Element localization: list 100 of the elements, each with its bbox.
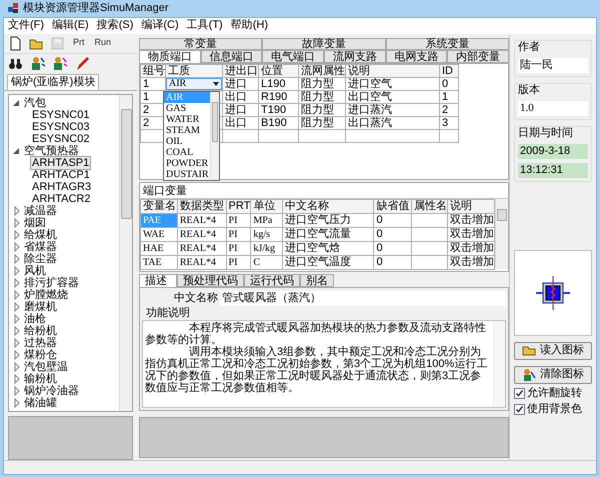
new-file-icon[interactable]: [8, 36, 23, 50]
table-cell[interactable]: PI: [226, 227, 251, 241]
tab[interactable]: 内部变量: [447, 50, 510, 62]
tab[interactable]: 电气端口: [262, 50, 324, 62]
scrollbar[interactable]: [119, 94, 132, 410]
tree-item[interactable]: 汽包壁温: [23, 360, 69, 372]
tab[interactable]: 常变量: [139, 38, 262, 50]
menu-item[interactable]: 工具(T): [186, 17, 223, 34]
tab[interactable]: 预处理代码: [177, 274, 244, 286]
table-cell[interactable]: 0: [374, 241, 412, 255]
triangle-icon[interactable]: [13, 398, 21, 408]
tree-item[interactable]: ESYSNC02: [31, 132, 90, 144]
tree-item[interactable]: 烟囱: [23, 216, 47, 228]
dropdown-option[interactable]: COAL: [164, 146, 210, 158]
tab[interactable]: 系统变量: [386, 38, 509, 50]
text-field[interactable]: 1.0: [518, 100, 588, 116]
table-cell[interactable]: TAE: [140, 255, 178, 269]
icon-button[interactable]: 读入图标: [514, 342, 592, 360]
tree-item[interactable]: ESYSNC01: [31, 108, 90, 120]
triangle-icon[interactable]: [13, 290, 21, 300]
triangle-icon[interactable]: [13, 326, 21, 336]
dropdown-option[interactable]: OIL: [164, 136, 210, 146]
scrollbar[interactable]: [495, 198, 508, 268]
tab[interactable]: 物质端口: [139, 50, 201, 62]
tree-item[interactable]: 减温器: [23, 204, 58, 216]
table-cell[interactable]: REAL*4: [177, 241, 226, 255]
triangle-icon[interactable]: [13, 374, 21, 384]
tree-item[interactable]: 煤粉仓: [23, 348, 58, 360]
toolbar-button[interactable]: Prt: [71, 36, 87, 50]
tree-item[interactable]: 输粉机: [23, 372, 58, 384]
table-cell[interactable]: kJ/kg: [250, 241, 283, 255]
tree-item[interactable]: 除尘器: [23, 252, 58, 264]
table-cell[interactable]: 进口空气流量: [282, 227, 374, 241]
column-header[interactable]: 工质: [166, 64, 222, 77]
tree-item[interactable]: 给粉机: [23, 324, 58, 336]
dropdown-option[interactable]: STEAM: [164, 124, 210, 136]
column-header[interactable]: 说明: [346, 64, 440, 77]
tree-item[interactable]: 储油罐: [23, 396, 58, 408]
column-header[interactable]: PRT: [226, 199, 251, 213]
tree-item[interactable]: 空气预热器: [23, 144, 80, 156]
column-header[interactable]: 缺省值: [374, 199, 412, 213]
tree-item[interactable]: 磨煤机: [23, 300, 58, 312]
table-cell[interactable]: 进口空气温度: [282, 255, 374, 269]
triangle-icon[interactable]: [13, 302, 21, 312]
tree-item[interactable]: 炉膛燃烧: [23, 288, 69, 300]
tree-item[interactable]: 汽包: [23, 96, 47, 108]
figure-icon[interactable]: [30, 56, 46, 72]
table-cell[interactable]: 进口空气压力: [282, 213, 374, 227]
tree-item[interactable]: 过热器: [23, 336, 58, 348]
triangle-icon[interactable]: [13, 242, 21, 252]
text-field[interactable]: 陆一民: [518, 58, 588, 72]
checkbox[interactable]: [514, 388, 525, 398]
table-cell[interactable]: HAE: [140, 241, 178, 255]
tree-item[interactable]: 排污扩容器: [23, 276, 80, 288]
table-cell[interactable]: REAL*4: [177, 213, 226, 227]
tab[interactable]: 描述: [139, 274, 177, 286]
tab[interactable]: 流网支路: [324, 50, 386, 62]
description-field[interactable]: 本程序将完成管式暖风器加热模块的热力参数及流动支路特性参数等的计算。 调用本模块须输入3组参数，其中额定工况和冷态工况分别为指仿真机正常工况和冷态工况初始参数，第3个工况为机组100%运行工况下的参数值，但如果正常工况时暖风器处于通流状态，则第3工况参数值应与正常工况参数值相等。: [142, 320, 506, 408]
tree-item[interactable]: ARHTASP1: [31, 156, 90, 168]
triangle-icon[interactable]: [13, 314, 21, 324]
triangle-icon[interactable]: [13, 278, 21, 288]
triangle-icon[interactable]: [13, 98, 21, 108]
name-field[interactable]: 管式暖风器（蒸汽）: [220, 290, 506, 306]
dropdown-field[interactable]: AIR: [166, 78, 222, 90]
column-header[interactable]: 进出口: [222, 64, 258, 77]
tab[interactable]: 故障变量: [262, 38, 386, 50]
table-cell[interactable]: kg/s: [250, 227, 283, 241]
tree-item[interactable]: 风机: [23, 264, 47, 276]
table-cell[interactable]: REAL*4: [177, 227, 226, 241]
checkbox[interactable]: [514, 404, 525, 414]
table-cell[interactable]: REAL*4: [177, 255, 226, 269]
table-cell[interactable]: C: [250, 255, 283, 269]
table-cell[interactable]: PI: [226, 241, 251, 255]
menu-item[interactable]: 帮助(H): [230, 17, 268, 34]
tab[interactable]: 信息端口: [200, 50, 262, 62]
tree-tab[interactable]: 锅炉(亚临界)模块: [7, 74, 100, 90]
column-header[interactable]: 数据类型: [177, 199, 226, 213]
table-cell[interactable]: 进口空气焓: [282, 241, 374, 255]
triangle-icon[interactable]: [13, 338, 21, 348]
column-header[interactable]: ID: [440, 64, 458, 77]
menu-item[interactable]: 编辑(E): [52, 17, 89, 34]
column-header[interactable]: 位置: [258, 64, 298, 77]
column-header[interactable]: 属性名: [412, 199, 448, 213]
tree-item[interactable]: ESYSNC03: [31, 120, 90, 132]
tree-item[interactable]: 省煤器: [23, 240, 58, 252]
date-field[interactable]: 13:12:31: [518, 162, 588, 178]
tab[interactable]: 运行代码: [244, 274, 300, 286]
column-header[interactable]: 变量名: [140, 199, 178, 213]
date-field[interactable]: 2009-3-18: [518, 144, 588, 158]
table-cell[interactable]: 0: [374, 213, 412, 227]
tab[interactable]: 别名: [300, 274, 334, 286]
table-cell[interactable]: MPa: [250, 213, 283, 227]
figure-icon[interactable]: [52, 56, 68, 72]
triangle-icon[interactable]: [13, 146, 21, 156]
triangle-icon[interactable]: [13, 254, 21, 264]
triangle-icon[interactable]: [13, 350, 21, 360]
column-header[interactable]: 说明: [448, 199, 495, 213]
table-cell[interactable]: 0: [374, 227, 412, 241]
tree-item[interactable]: 给煤机: [23, 228, 58, 240]
dropdown-option[interactable]: POWDER: [164, 158, 210, 168]
